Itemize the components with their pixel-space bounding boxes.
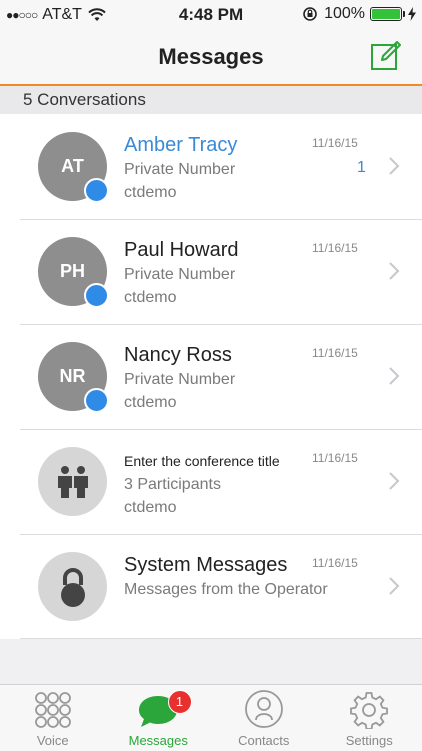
- chevron-right-icon: [388, 366, 400, 386]
- conversation-subtitle: 3 Participants: [124, 476, 221, 494]
- unread-count: 1: [357, 159, 366, 177]
- conversation-row[interactable]: System Messages Messages from the Operat…: [0, 534, 422, 639]
- tab-label: Messages: [106, 733, 212, 748]
- nav-bar: Messages: [0, 30, 422, 86]
- conversation-name: Nancy Ross: [124, 344, 232, 367]
- conversation-name: System Messages: [124, 554, 287, 577]
- conversation-account: ctdemo: [124, 394, 176, 412]
- battery-icon: [370, 7, 402, 21]
- group-icon: [55, 464, 91, 500]
- chevron-right-icon: [388, 576, 400, 596]
- conversation-name: Paul Howard: [124, 239, 239, 262]
- presence-indicator: [84, 283, 109, 308]
- charging-bolt-icon: [408, 7, 416, 21]
- tab-label: Settings: [317, 733, 422, 748]
- lock-icon: [57, 567, 89, 607]
- conversation-date: 11/16/15: [312, 241, 358, 255]
- person-icon: [244, 689, 284, 729]
- tab-label: Contacts: [211, 733, 317, 748]
- battery-percent: 100%: [324, 5, 365, 23]
- chevron-right-icon: [388, 156, 400, 176]
- chevron-right-icon: [388, 471, 400, 491]
- conversation-date: 11/16/15: [312, 451, 358, 465]
- conversation-count-header: 5 Conversations: [0, 86, 422, 114]
- conversation-date: 11/16/15: [312, 556, 358, 570]
- conversation-subtitle: Private Number: [124, 161, 235, 179]
- unread-badge: 1: [168, 690, 192, 714]
- conversation-row[interactable]: AT Amber Tracy Private Number ctdemo 11/…: [0, 114, 422, 219]
- keypad-icon: [34, 691, 72, 729]
- presence-indicator: [84, 178, 109, 203]
- compose-icon[interactable]: [370, 39, 402, 71]
- tab-label: Voice: [0, 733, 106, 748]
- conversation-account: ctdemo: [124, 289, 176, 307]
- status-bar: ●●○○○ AT&T 4:48 PM 100%: [0, 0, 422, 30]
- conversation-row[interactable]: Enter the conference title 3 Participant…: [0, 429, 422, 534]
- conversation-row[interactable]: NR Nancy Ross Private Number ctdemo 11/1…: [0, 324, 422, 429]
- tab-messages[interactable]: 1 Messages: [106, 685, 212, 751]
- conversation-account: ctdemo: [124, 184, 176, 202]
- rotation-lock-icon: [302, 6, 318, 22]
- status-right: 100%: [302, 5, 416, 23]
- conversation-subtitle: Private Number: [124, 371, 235, 389]
- tab-settings[interactable]: Settings: [317, 685, 422, 751]
- tab-bar: Voice 1 Messages Contacts Settings: [0, 684, 422, 751]
- conversation-name: Enter the conference title: [124, 453, 280, 469]
- conversation-name: Amber Tracy: [124, 134, 237, 157]
- system-avatar: [38, 552, 107, 621]
- conversation-row[interactable]: PH Paul Howard Private Number ctdemo 11/…: [0, 219, 422, 324]
- conversation-account: ctdemo: [124, 499, 176, 517]
- conversation-subtitle: Messages from the Operator: [124, 581, 328, 599]
- conversation-date: 11/16/15: [312, 346, 358, 360]
- gear-icon: [350, 691, 388, 729]
- tab-contacts[interactable]: Contacts: [211, 685, 317, 751]
- battery-fill: [372, 9, 400, 19]
- conversation-subtitle: Private Number: [124, 266, 235, 284]
- presence-indicator: [84, 388, 109, 413]
- page-title: Messages: [0, 44, 422, 70]
- chevron-right-icon: [388, 261, 400, 281]
- conversation-date: 11/16/15: [312, 136, 358, 150]
- conversation-list: AT Amber Tracy Private Number ctdemo 11/…: [0, 114, 422, 639]
- conference-avatar: [38, 447, 107, 516]
- tab-voice[interactable]: Voice: [0, 685, 106, 751]
